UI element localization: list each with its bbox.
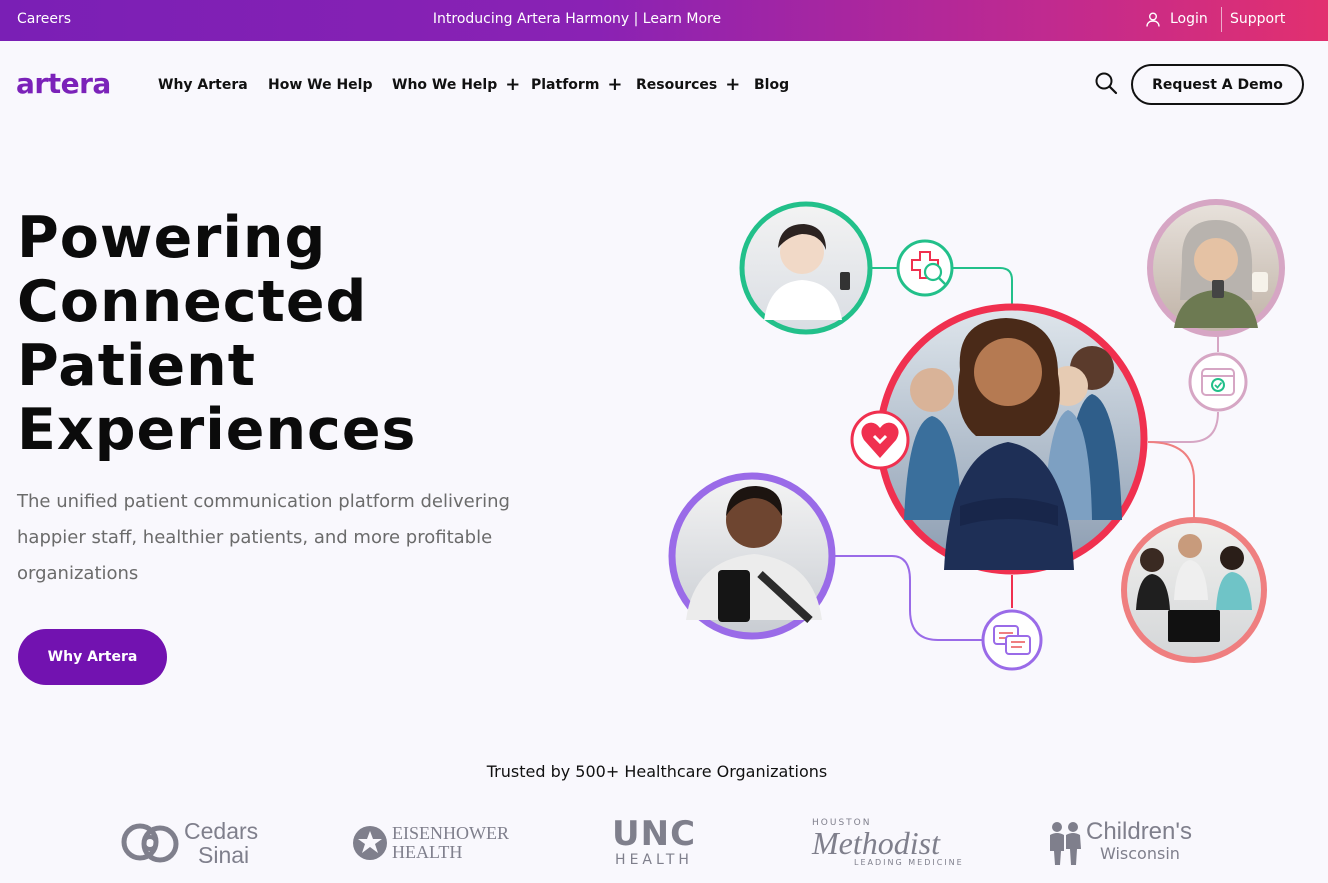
logo-unc-health: UNC HEALTH (612, 805, 696, 880)
nav-who-we-help[interactable]: Who We Help + (392, 74, 521, 95)
patient-photo-young-woman (739, 201, 873, 335)
logo-text: Wisconsin (1100, 843, 1180, 863)
announcement-link[interactable]: Introducing Artera Harmony | Learn More (0, 11, 1154, 27)
children-figures-icon (1050, 821, 1081, 865)
hero-title-line: Experiences (17, 397, 417, 463)
logo-text: EISENHOWER (392, 822, 509, 843)
login-link[interactable]: Login (1146, 11, 1208, 27)
logo-text: UNC (612, 813, 697, 854)
hero-illustration (668, 199, 1285, 671)
plus-icon: + (505, 74, 521, 95)
nav-resources[interactable]: Resources + (636, 74, 741, 95)
user-icon (1146, 12, 1160, 27)
logo-text: HEALTH (392, 841, 463, 862)
support-link[interactable]: Support (1230, 11, 1285, 27)
hero-subtitle: The unified patient communication platfo… (17, 491, 510, 584)
main-nav: artera Why Artera How We Help Who We Hel… (0, 41, 1328, 129)
nav-how-we-help[interactable]: How We Help (268, 77, 373, 93)
nav-blog[interactable]: Blog (754, 77, 789, 93)
nav-label: Resources (636, 77, 718, 93)
connector-salmon (1147, 441, 1195, 518)
calendar-check-icon (1188, 352, 1248, 412)
logo-text: Cedars (184, 817, 259, 844)
login-label: Login (1170, 11, 1208, 27)
hero-title: Powering Connected Patient Experiences (17, 206, 416, 462)
heart-logo-icon (850, 410, 910, 470)
logo-text: HEALTH (615, 851, 693, 868)
hero-title-line: Patient (17, 333, 256, 399)
plus-icon: + (607, 74, 623, 95)
logo-text: LEADING MEDICINE (854, 857, 964, 867)
nav-platform[interactable]: Platform + (531, 74, 623, 95)
request-demo-button[interactable]: Request A Demo (1131, 64, 1304, 105)
patient-photo-man (668, 472, 836, 640)
artera-logo[interactable]: artera (16, 67, 111, 100)
plus-icon: + (725, 74, 741, 95)
nav-why-artera[interactable]: Why Artera (158, 77, 248, 93)
nav-label: How We Help (268, 77, 373, 93)
logo-text: Sinai (198, 841, 250, 868)
search-icon[interactable] (1094, 71, 1118, 95)
patient-photo-senior-woman (1147, 199, 1285, 337)
nav-label: Who We Help (392, 77, 498, 93)
eisenhower-star-icon (353, 825, 387, 860)
logo-cedars-sinai: Cedars Sinai (120, 805, 258, 880)
office-photo-handshake (1121, 517, 1267, 663)
logo-childrens-wisconsin: Children's Wisconsin (1046, 805, 1192, 880)
customer-logos: Cedars Sinai EISENHOWER HEALTH UNC HEALT… (0, 805, 1328, 883)
chat-bubbles-icon (981, 609, 1043, 671)
hero-title-line: Connected (17, 269, 368, 335)
staff-photo-team (876, 303, 1148, 575)
nav-label: Blog (754, 77, 790, 93)
logo-houston-methodist: HOUSTON Methodist LEADING MEDICINE (812, 805, 964, 880)
topbar-divider (1221, 7, 1222, 32)
cedars-sinai-mark-icon (121, 823, 179, 862)
why-artera-button[interactable]: Why Artera (18, 629, 167, 685)
nav-label: Platform (531, 77, 600, 93)
announcement-bar: Careers Introducing Artera Harmony | Lea… (0, 0, 1328, 41)
nav-label: Why Artera (158, 77, 248, 93)
medical-search-icon (896, 239, 954, 297)
trusted-heading: Trusted by 500+ Healthcare Organizations (486, 762, 828, 781)
hero-title-line: Powering (17, 205, 327, 271)
logo-text: Methodist (812, 824, 940, 861)
logo-eisenhower-health: EISENHOWER HEALTH (352, 805, 509, 880)
logo-text: Children's (1086, 817, 1192, 845)
